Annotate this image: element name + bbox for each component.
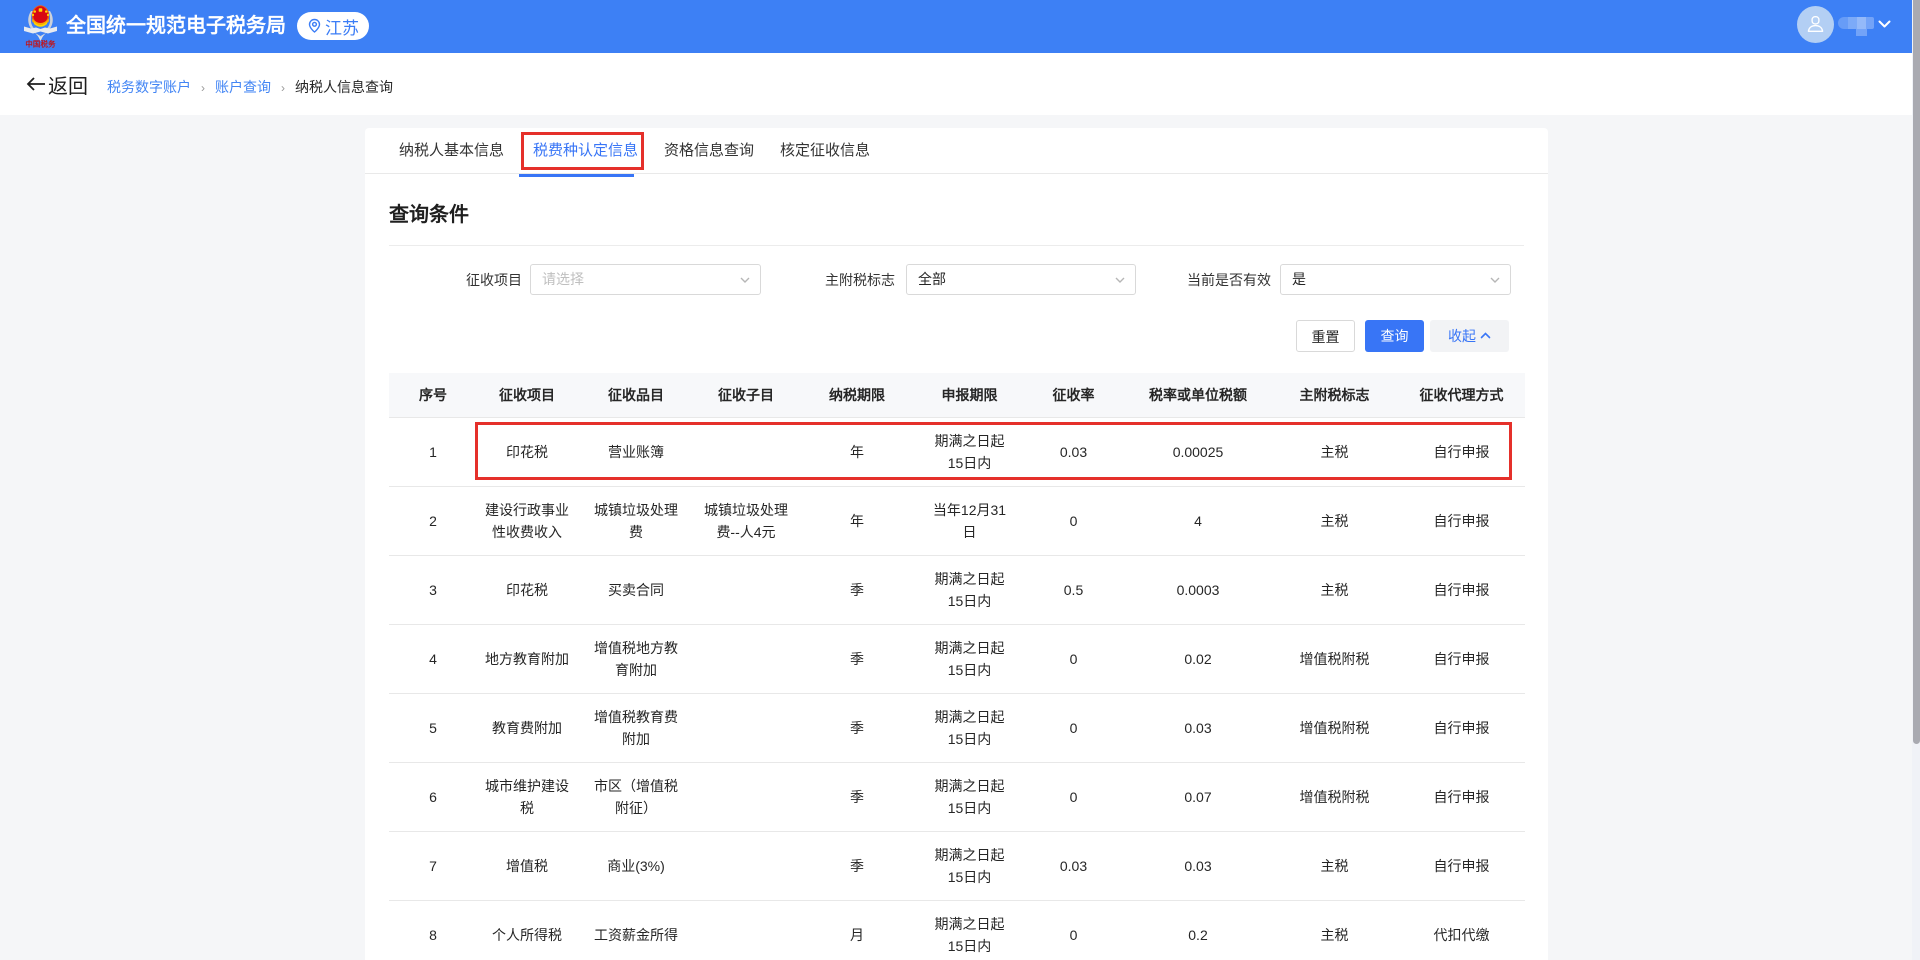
- svg-text:中国税务: 中国税务: [25, 40, 56, 49]
